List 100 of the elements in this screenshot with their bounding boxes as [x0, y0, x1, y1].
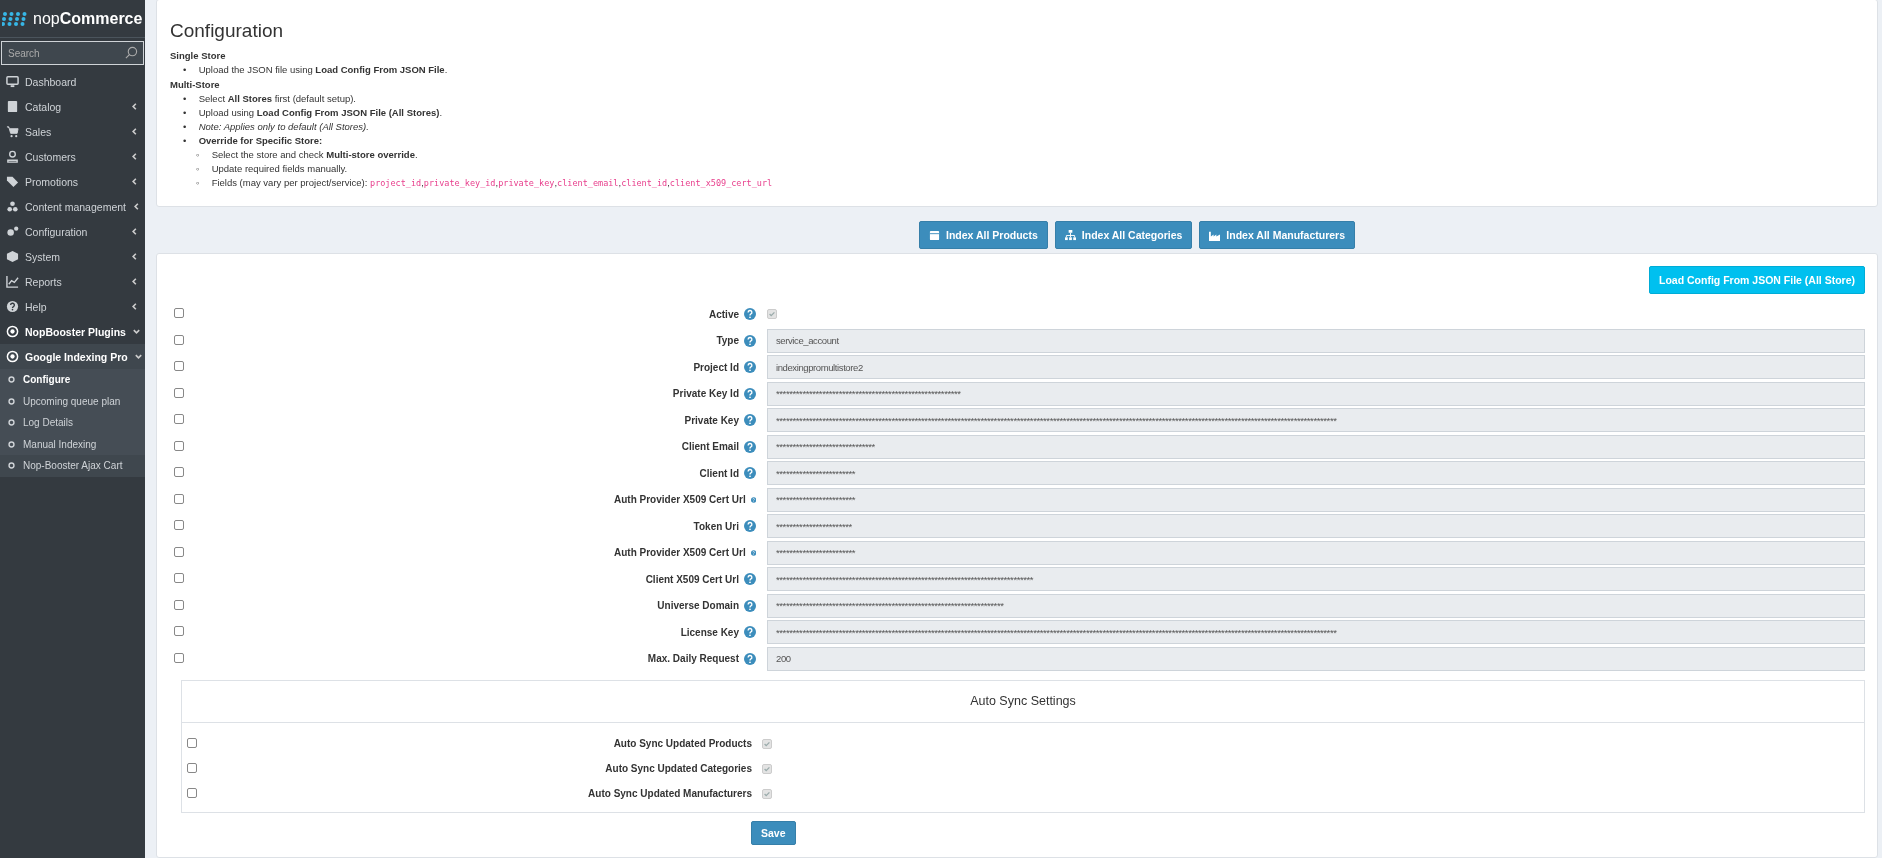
- bullet: ◦: [196, 176, 201, 190]
- index-button[interactable]: Index All Manufacturers: [1199, 221, 1355, 249]
- text-field[interactable]: ************************: [767, 461, 1865, 486]
- instruction-text: Select All Stores first (default setup).: [198, 93, 356, 104]
- text-field[interactable]: indexingpromultistore2: [767, 355, 1865, 380]
- separator: ,: [421, 177, 424, 188]
- panel-title: Auto Sync Settings: [182, 681, 1864, 723]
- text-field[interactable]: ***********************: [767, 514, 1865, 539]
- text-field[interactable]: ************************: [767, 540, 1865, 565]
- chevron-left-icon: [130, 277, 139, 286]
- help-icon[interactable]: [744, 387, 756, 400]
- sidebar-item[interactable]: NopBooster Plugins: [0, 319, 145, 344]
- chevron-left-icon: [130, 177, 139, 186]
- field-label: Client Id: [699, 467, 739, 479]
- checkbox[interactable]: [174, 546, 184, 557]
- help-icon[interactable]: [744, 652, 756, 665]
- circle-icon: [8, 419, 15, 427]
- index-button[interactable]: Index All Categories: [1054, 221, 1193, 249]
- sidebar-item[interactable]: Dashboard: [0, 69, 145, 94]
- checkbox[interactable]: [174, 361, 184, 372]
- search-icon: [125, 46, 138, 59]
- help-icon[interactable]: [744, 334, 756, 347]
- help-icon[interactable]: [744, 361, 756, 374]
- sidebar-item[interactable]: Reports: [0, 269, 145, 294]
- bullet: •: [183, 120, 188, 134]
- text-field[interactable]: service_account: [767, 328, 1865, 353]
- help-icon[interactable]: [744, 414, 756, 427]
- circle-icon: [8, 462, 15, 470]
- sidebar-item[interactable]: Configuration: [0, 219, 145, 244]
- circle-icon: [8, 397, 15, 405]
- circle-dot-icon: [6, 325, 19, 338]
- checkbox[interactable]: [187, 787, 197, 798]
- section-heading: Multi-Store: [170, 79, 221, 90]
- help-icon[interactable]: [744, 626, 756, 639]
- sidebar-item[interactable]: Google Indexing Pro: [0, 344, 145, 369]
- checkbox[interactable]: [174, 520, 184, 531]
- sidebar-item[interactable]: Sales: [0, 119, 145, 144]
- checkbox[interactable]: [174, 573, 184, 584]
- checkbox[interactable]: [762, 738, 772, 749]
- checkbox[interactable]: [174, 308, 184, 319]
- chevron-left-icon: [130, 102, 139, 111]
- checkbox[interactable]: [174, 599, 184, 610]
- help-icon[interactable]: [744, 467, 756, 480]
- text-field[interactable]: *********************************************************************: [767, 593, 1865, 618]
- sidebar-item[interactable]: Configure: [0, 369, 145, 391]
- checkbox[interactable]: [174, 440, 184, 451]
- tag-icon: [6, 175, 19, 188]
- checkbox[interactable]: [174, 652, 184, 663]
- field-label: Type: [716, 335, 739, 347]
- field-name: client_x509_cert_url: [669, 178, 773, 188]
- chevron-left-icon: [130, 302, 139, 311]
- instruction-text: Upload using Load Config From JSON File (All Stores).: [198, 107, 442, 118]
- field-label: Auth Provider X509 Cert Url: [614, 494, 746, 506]
- checkbox[interactable]: [762, 763, 772, 774]
- text-field[interactable]: ******************************************************************************: [767, 567, 1865, 592]
- sidebar-item[interactable]: Log Details: [0, 412, 145, 434]
- chevron-left-icon: [130, 252, 139, 261]
- help-icon[interactable]: [744, 520, 756, 533]
- monitor-icon: [6, 75, 19, 88]
- cubes-icon: [6, 200, 19, 213]
- help-icon[interactable]: [744, 599, 756, 612]
- sidebar-item[interactable]: Content management: [0, 194, 145, 219]
- sidebar-item[interactable]: Manual Indexing: [0, 433, 145, 455]
- checkbox[interactable]: [174, 626, 184, 637]
- checkbox[interactable]: [174, 467, 184, 478]
- save-button[interactable]: Save: [751, 821, 796, 845]
- text-field[interactable]: **************************************************************************************************************************************************************************: [767, 408, 1865, 433]
- cart-icon: [6, 125, 19, 138]
- help-icon[interactable]: [744, 573, 756, 586]
- sidebar-item[interactable]: Customers: [0, 144, 145, 169]
- checkbox[interactable]: [174, 414, 184, 425]
- text-field[interactable]: ******************************: [767, 434, 1865, 459]
- checkbox[interactable]: [767, 309, 777, 320]
- checkbox[interactable]: [174, 387, 184, 398]
- text-field[interactable]: **************************************************************************************************************************************************************************: [767, 620, 1865, 645]
- sidebar-item[interactable]: Promotions: [0, 169, 145, 194]
- text-field[interactable]: ********************************************************: [767, 381, 1865, 406]
- checkbox[interactable]: [174, 334, 184, 345]
- search-field[interactable]: Search: [1, 41, 144, 65]
- cube-icon: [6, 250, 19, 263]
- instruction-text: Override for Specific Store:: [198, 135, 323, 146]
- text-field[interactable]: ************************: [767, 487, 1865, 512]
- sidebar-item[interactable]: Nop-Booster Ajax Cart: [0, 455, 145, 477]
- checkbox[interactable]: [187, 762, 197, 773]
- chevron-left-icon: [132, 202, 141, 211]
- text-field[interactable]: 200: [767, 646, 1865, 671]
- checkbox[interactable]: [762, 788, 772, 799]
- sidebar-item[interactable]: Catalog: [0, 94, 145, 119]
- checkbox[interactable]: [174, 493, 184, 504]
- help-icon[interactable]: [744, 308, 756, 321]
- factory-icon: [1209, 229, 1221, 241]
- field-label: Project Id: [693, 361, 739, 373]
- logo[interactable]: nopCommerce: [0, 0, 145, 38]
- checkbox[interactable]: [187, 737, 197, 748]
- sidebar-item[interactable]: Help: [0, 294, 145, 319]
- sidebar-item[interactable]: System: [0, 244, 145, 269]
- index-button[interactable]: Index All Products: [919, 221, 1048, 249]
- help-icon[interactable]: [744, 440, 756, 453]
- sidebar-item[interactable]: Upcoming queue plan: [0, 390, 145, 412]
- box-icon: [929, 229, 940, 241]
